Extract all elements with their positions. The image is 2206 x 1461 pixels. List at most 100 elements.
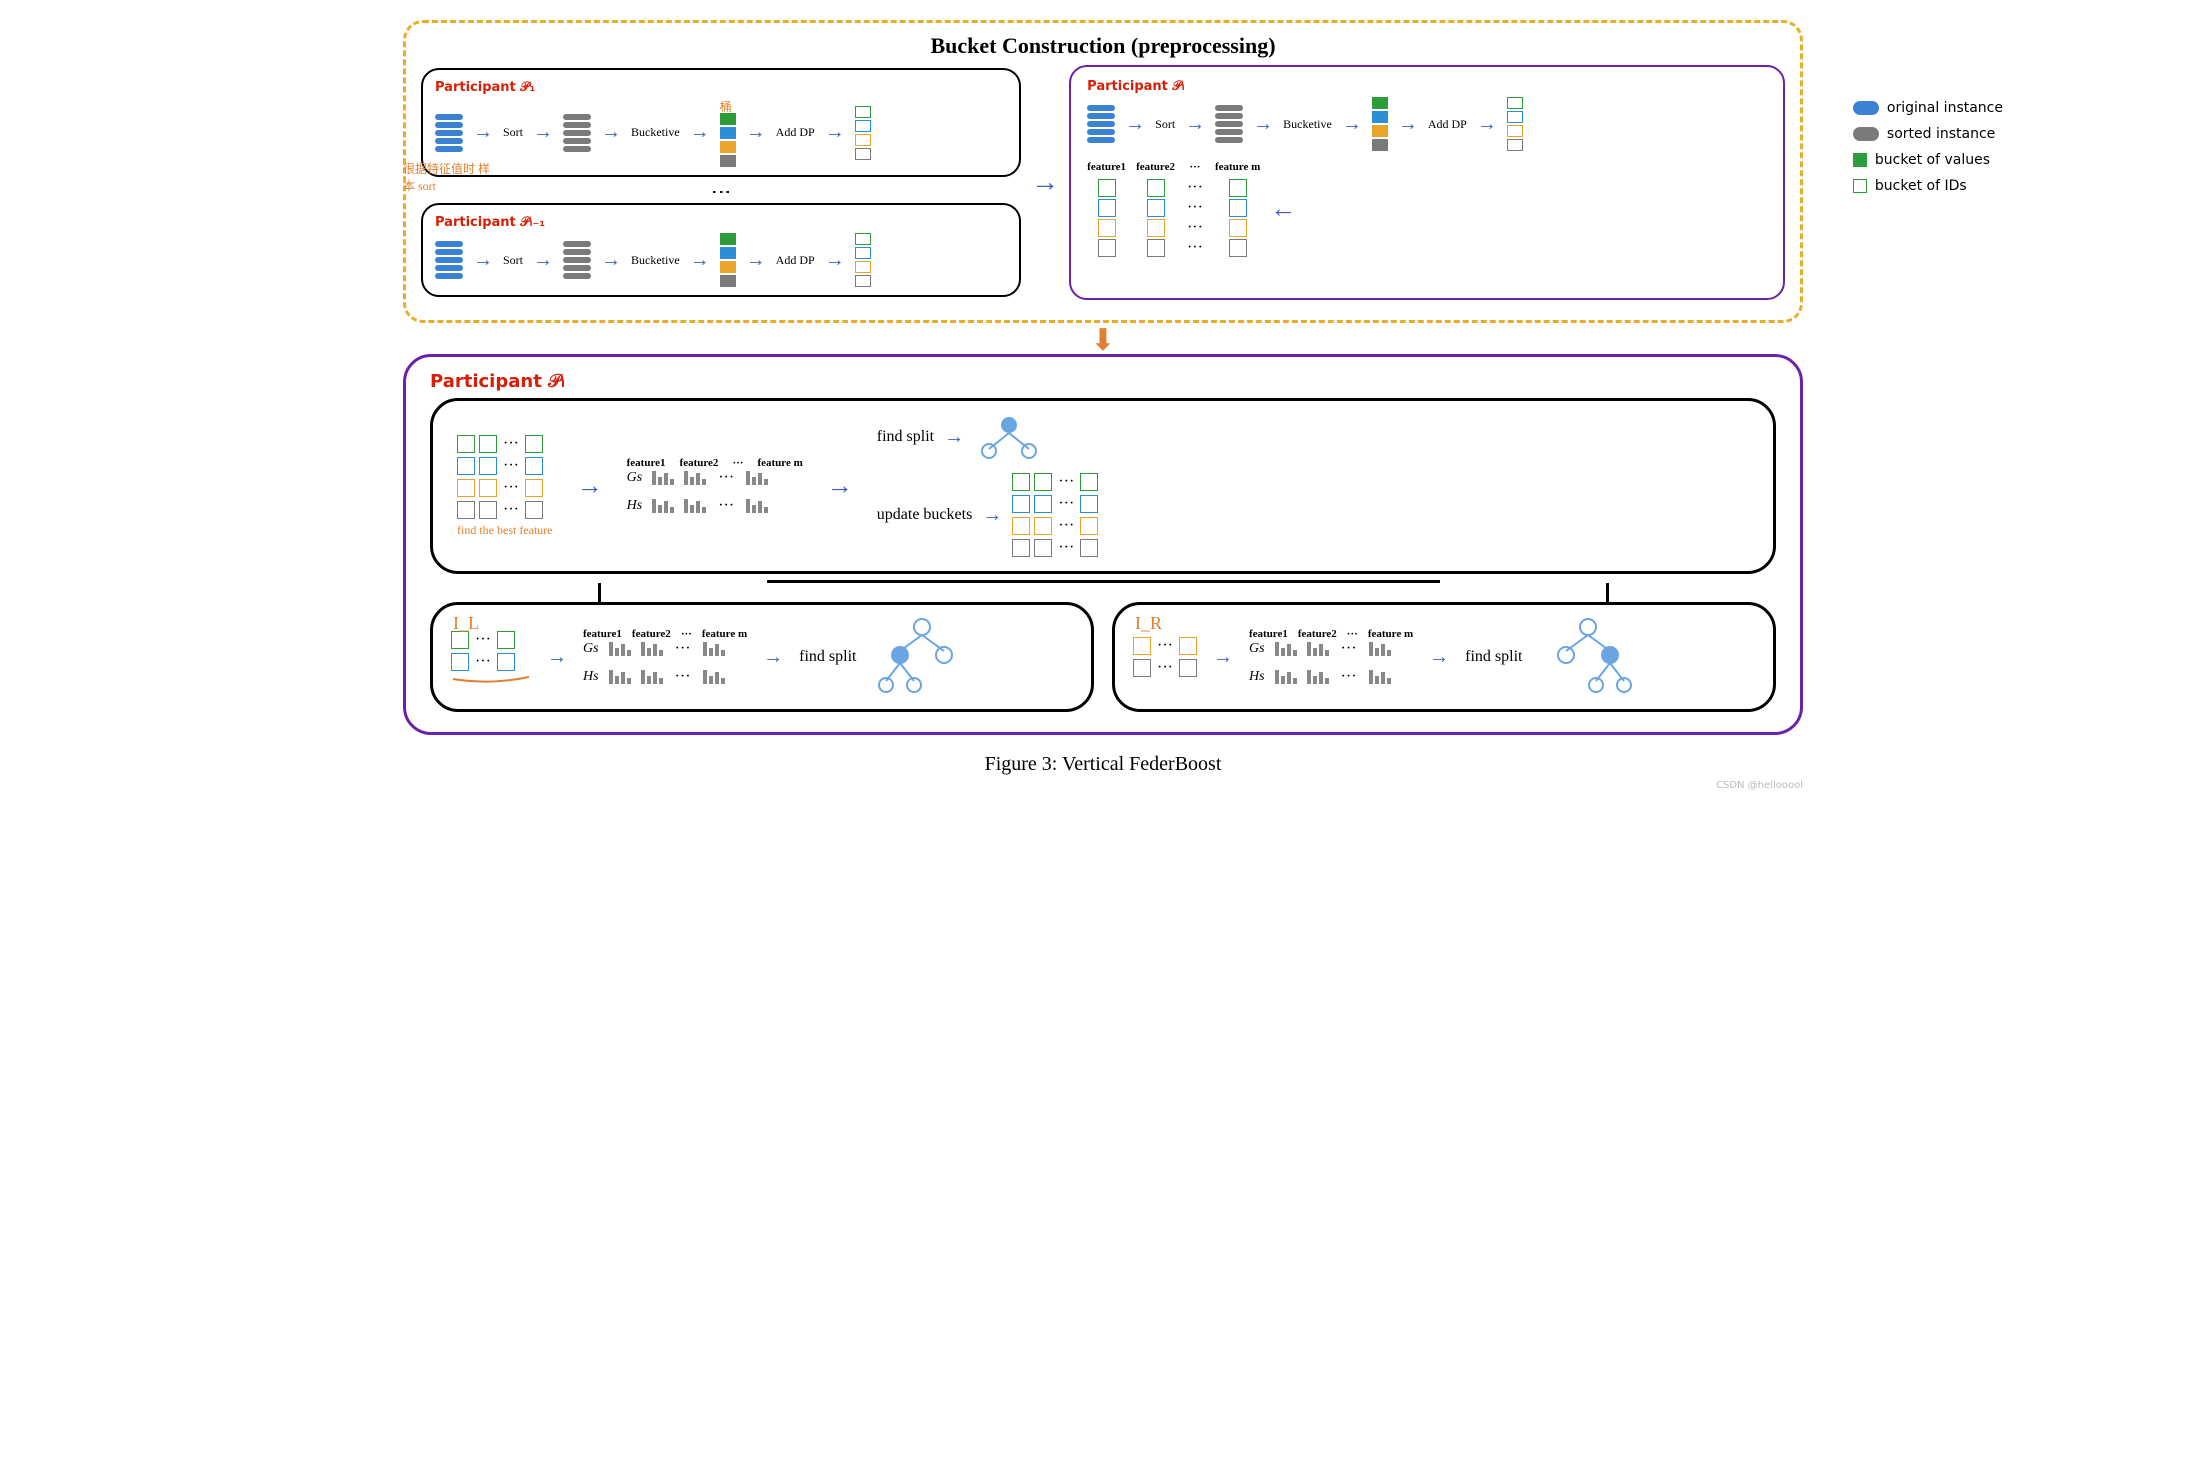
- value-buckets: [1372, 97, 1388, 151]
- legend-bucket-ids: bucket of IDs: [1875, 178, 1967, 194]
- arrow-icon: →: [944, 426, 964, 449]
- bucketize-label: Bucketive: [631, 125, 680, 140]
- feature1-header: feature1: [1249, 628, 1288, 640]
- arrow-icon: →: [547, 646, 567, 669]
- tree-icon: [974, 415, 1044, 459]
- legend-bucket-values: bucket of values: [1875, 152, 1990, 168]
- sort-label: Sort: [503, 253, 523, 268]
- legend-bucket-values-icon: [1853, 153, 1867, 167]
- sorted-instances: [1215, 105, 1243, 143]
- arrow-icon: →: [690, 249, 710, 272]
- arrow-icon: →: [825, 121, 845, 144]
- vdots-icon: ⋮: [718, 180, 724, 200]
- value-buckets: [720, 233, 736, 287]
- find-split-label: find split: [799, 648, 856, 666]
- sorted-instances: [563, 241, 591, 279]
- original-instances: [1087, 105, 1115, 143]
- arrow-icon: ←: [1270, 194, 1296, 224]
- participant-p1-box: Participant 𝒫₁ 很据特征值时 样本 sort → Sort → →…: [421, 68, 1021, 177]
- panel-title: Bucket Construction (preprocessing): [421, 33, 1785, 59]
- participant-p1-label: Participant 𝒫₁: [435, 80, 535, 95]
- watermark: CSDN @hellooool: [403, 780, 1803, 791]
- arrow-icon: →: [473, 249, 493, 272]
- best-feature-note: find the best feature: [457, 523, 553, 538]
- ir-label: I_R: [1135, 613, 1162, 634]
- histogram-grid: Gs··· Hs···: [627, 469, 803, 515]
- updated-bucket-grid: ··· ··· ··· ···: [1012, 473, 1098, 557]
- featurem-header: feature m: [1368, 628, 1413, 640]
- tree-right-icon: [1538, 617, 1638, 697]
- histogram-icon: [652, 499, 674, 513]
- arrow-icon: →: [1477, 113, 1497, 136]
- participant-pl-label: Participant 𝒫ₗ: [1087, 79, 1185, 94]
- figure-caption: Figure 3: Vertical FederBoost: [403, 753, 1803, 776]
- arrow-icon: →: [1253, 113, 1273, 136]
- sorted-instances: [563, 114, 591, 152]
- dots: ···: [681, 628, 692, 640]
- bucketize-label: Bucketive: [1283, 117, 1332, 132]
- participant-pl-box: Participant 𝒫ₗ → Sort → → Bucketive → → …: [1069, 65, 1785, 300]
- add-dp-label: Add DP: [1428, 117, 1467, 132]
- participant-plm1-label: Participant 𝒫ₗ₋₁: [435, 215, 545, 230]
- sort-hand-note: 很据特征值时 样本 sort: [403, 160, 495, 194]
- histogram-icon: [652, 471, 674, 485]
- id-buckets: [855, 233, 871, 287]
- add-dp-label: Add DP: [776, 253, 815, 268]
- arrow-icon: →: [601, 121, 621, 144]
- feature1-header: feature1: [583, 628, 622, 640]
- arrow-icon: →: [746, 249, 766, 272]
- arrow-icon: →: [1031, 167, 1059, 199]
- legend-sorted: sorted instance: [1887, 126, 1995, 142]
- left-bucket-grid: ··· ···: [451, 631, 531, 683]
- dots: ···: [732, 457, 743, 469]
- arrow-icon: →: [1125, 113, 1145, 136]
- hs-label: Hs: [1249, 669, 1265, 685]
- feature2-header: feature2: [680, 457, 719, 469]
- hs-label: Hs: [627, 498, 643, 514]
- il-label: I_L: [453, 613, 479, 634]
- legend: original instance sorted instance bucket…: [1853, 100, 2003, 194]
- add-dp-label: Add DP: [776, 125, 815, 140]
- tree-build-panel: Participant 𝒫ₗ ··· ··· ··· ··· find the …: [403, 354, 1803, 735]
- arrow-icon: →: [825, 249, 845, 272]
- right-child-box: I_R ··· ··· → feature1feature2···feature…: [1112, 602, 1776, 712]
- dots: ···: [1189, 161, 1200, 173]
- arrow-icon: →: [1398, 113, 1418, 136]
- participant-pl-root-label: Participant 𝒫ₗ: [430, 371, 1776, 392]
- update-buckets-label: update buckets: [877, 506, 973, 524]
- down-arrow-icon: ⬇: [403, 323, 1803, 358]
- root-node-box: ··· ··· ··· ··· find the best feature → …: [430, 398, 1776, 574]
- gs-label: Gs: [1249, 641, 1265, 657]
- arrow-icon: →: [1185, 113, 1205, 136]
- featurem-header: feature m: [702, 628, 747, 640]
- legend-bucket-ids-icon: [1853, 179, 1867, 193]
- arrow-icon: →: [473, 121, 493, 144]
- bucket-construction-panel: Bucket Construction (preprocessing) Part…: [403, 20, 1803, 323]
- featurem-header: feature m: [1215, 161, 1260, 173]
- feature2-header: feature2: [632, 628, 671, 640]
- arrow-icon: →: [827, 471, 853, 501]
- find-split-label: find split: [877, 428, 934, 446]
- feature-id-table: feature1 feature2 ··············· featur…: [1087, 161, 1767, 257]
- arrow-icon: →: [533, 249, 553, 272]
- arrow-icon: →: [1429, 646, 1449, 669]
- original-instances: 很据特征值时 样本 sort: [435, 114, 463, 152]
- original-instances: [435, 241, 463, 279]
- value-buckets: 桶: [720, 98, 736, 167]
- feature1-header: feature1: [627, 457, 666, 469]
- feature2-header: feature2: [1298, 628, 1337, 640]
- arrow-icon: →: [1342, 113, 1362, 136]
- tree-left-icon: [872, 617, 972, 697]
- gs-label: Gs: [583, 641, 599, 657]
- legend-original: original instance: [1887, 100, 2003, 116]
- left-child-box: I_L ··· ··· → feature1 feature2 ··· feature…: [430, 602, 1094, 712]
- arrow-icon: →: [533, 121, 553, 144]
- bucket-grid: ··· ··· ··· ··· find the best feature: [457, 435, 553, 538]
- feature2-header: feature2: [1136, 161, 1175, 173]
- participant-plm1-box: Participant 𝒫ₗ₋₁ → Sort → → Bucketive → …: [421, 203, 1021, 297]
- legend-sorted-icon: [1853, 127, 1879, 141]
- id-buckets: [1507, 97, 1523, 151]
- bucketize-label: Bucketive: [631, 253, 680, 268]
- arrow-icon: →: [1213, 646, 1233, 669]
- dots: ···: [1347, 628, 1358, 640]
